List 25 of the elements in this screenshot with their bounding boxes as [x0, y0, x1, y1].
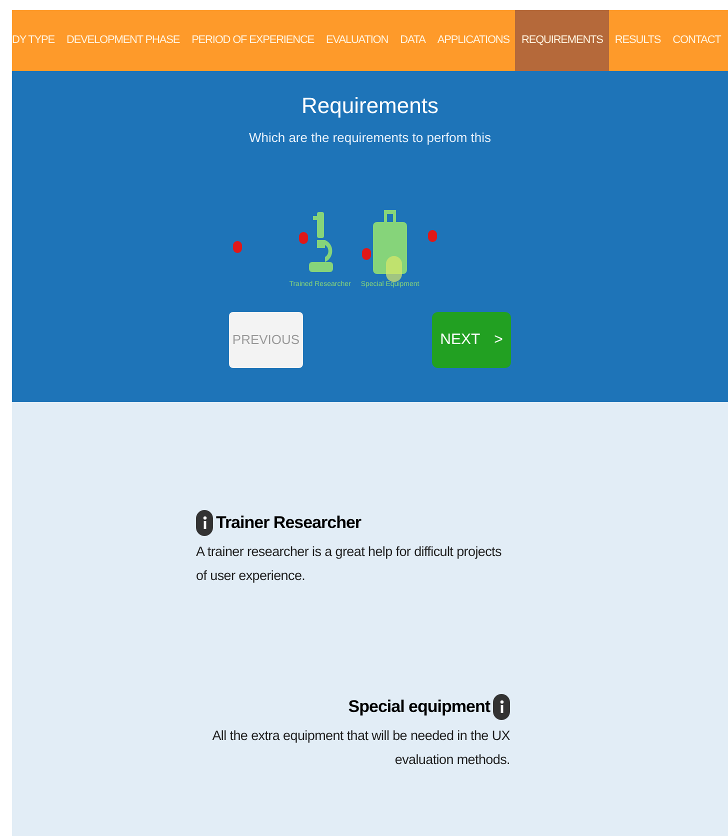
detail-title: Special equipment — [348, 696, 490, 718]
info-icon — [196, 510, 213, 536]
detail-title: Trainer Researcher — [216, 512, 362, 534]
detail-text: A trainer researcher is a great help for difficult projects of user experience. — [196, 543, 502, 585]
nav-tab[interactable]: DY TYPE — [12, 10, 60, 71]
cursor-highlight-icon — [386, 256, 402, 282]
nav-tab[interactable]: EVALUATION — [320, 10, 394, 71]
section-subtitle: Which are the requirements to perfom this — [248, 129, 492, 147]
detail-text: All the extra equipment that will be needed in the UX evaluation methods. — [211, 727, 510, 769]
click-marker-icon — [428, 230, 437, 242]
info-icon — [493, 694, 510, 720]
previous-button[interactable]: PREVIOUS — [229, 312, 303, 368]
click-marker-icon — [233, 241, 242, 253]
click-marker-icon — [299, 232, 308, 244]
nav-tab[interactable]: RESULTS — [608, 10, 667, 71]
nav-tab[interactable]: DATA — [394, 10, 432, 71]
nav-tab[interactable]: APPLICATIONS — [431, 10, 516, 71]
nav-tab[interactable]: REQUIREMENTS — [515, 10, 609, 71]
nav-tab[interactable]: DEVELOPMENT PHASE — [60, 10, 186, 71]
section-title: Requirements — [302, 92, 438, 120]
click-marker-icon — [362, 248, 371, 260]
nav-tab[interactable]: PERIOD OF EXPERIENCE — [186, 10, 320, 71]
next-button[interactable]: NEXT > — [432, 312, 511, 368]
microscope-icon[interactable] — [307, 210, 333, 274]
nav-tab[interactable]: CONTACT — [666, 10, 727, 71]
